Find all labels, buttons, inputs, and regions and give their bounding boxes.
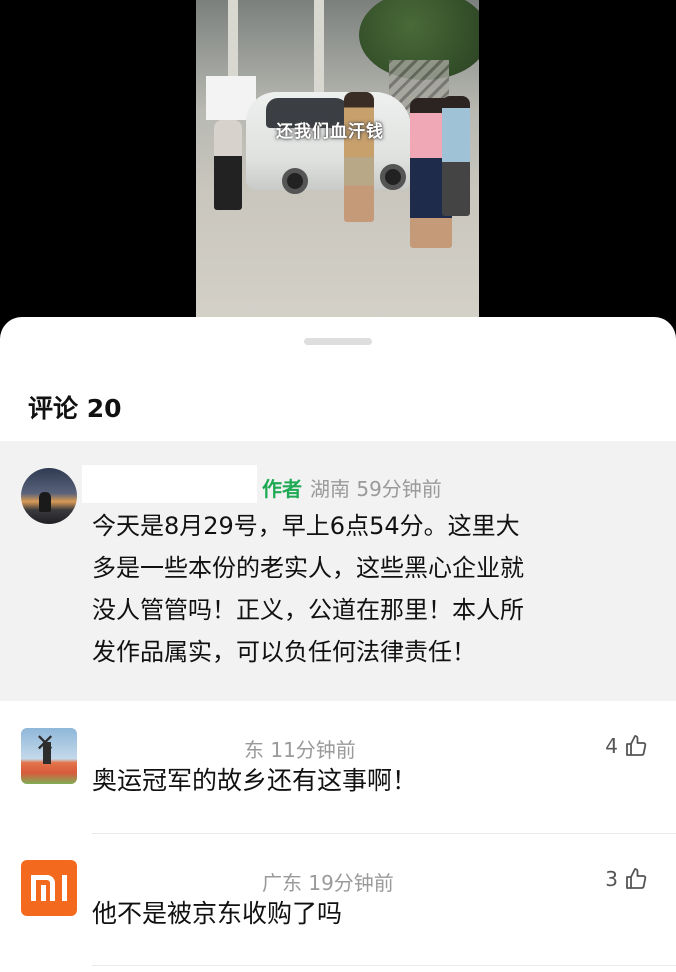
video-car-wheel [282, 168, 308, 194]
comment-meta: 作者 湖南 59分钟前 [262, 473, 442, 502]
comments-title: 评论 20 [28, 394, 122, 423]
video-player[interactable]: 还我们血汗钱 [0, 0, 676, 330]
video-pillar [314, 0, 324, 105]
comment-text: 奥运冠军的故乡还有这事啊！ [92, 766, 418, 795]
avatar[interactable] [21, 860, 77, 916]
comment-item[interactable]: 东 11分钟前 奥运冠军的故乡还有这事啊！ 4 [0, 701, 676, 833]
comment-text-line: 多是一些本份的老实人，这些黑心企业就 [92, 554, 524, 582]
comment-text-line: 没人管管吗！正义，公道在那里！本人所 [92, 596, 524, 624]
video-person [442, 96, 470, 216]
thumbs-up-icon [626, 868, 647, 889]
avatar[interactable] [21, 468, 77, 524]
comment-text: 他不是被京东收购了吗 [92, 899, 343, 928]
video-car-wheel [380, 164, 406, 190]
author-badge: 作者 [262, 477, 302, 501]
like-button[interactable]: 4 [605, 734, 648, 758]
video-frame[interactable]: 还我们血汗钱 [196, 0, 479, 318]
drag-handle[interactable] [304, 338, 372, 345]
like-count: 4 [605, 734, 618, 758]
comment-text-line: 今天是8月29号，早上6点54分。这里大 [92, 512, 520, 540]
like-count: 3 [605, 867, 618, 891]
comment-text: 今天是8月29号，早上6点54分。这里大 多是一些本份的老实人，这些黑心企业就 … [92, 505, 524, 673]
comment-item[interactable]: 广东 19分钟前 他不是被京东收购了吗 3 [0, 834, 676, 969]
comments-sheet: 评论 20 作者 湖南 59分钟前 今天是8月29号，早上6点54分。这里大 多是… [0, 317, 676, 972]
thumbs-up-icon [626, 735, 647, 756]
video-person [344, 92, 374, 222]
like-button[interactable]: 3 [605, 867, 648, 891]
comment-text-line: 发作品属实，可以负任何法律责任！ [92, 638, 476, 666]
username-redacted [82, 465, 257, 503]
video-person [214, 120, 242, 210]
mi-logo-icon [31, 875, 67, 901]
comment-location-time: 东 11分钟前 [244, 738, 356, 762]
comment-location-time: 湖南 59分钟前 [310, 477, 442, 501]
comment-divider [92, 965, 676, 966]
avatar[interactable] [21, 728, 77, 784]
video-caption: 还我们血汗钱 [276, 122, 384, 142]
comment-location-time: 广东 19分钟前 [262, 871, 394, 895]
comment-item[interactable]: 作者 湖南 59分钟前 今天是8月29号，早上6点54分。这里大 多是一些本份的老… [0, 441, 676, 701]
